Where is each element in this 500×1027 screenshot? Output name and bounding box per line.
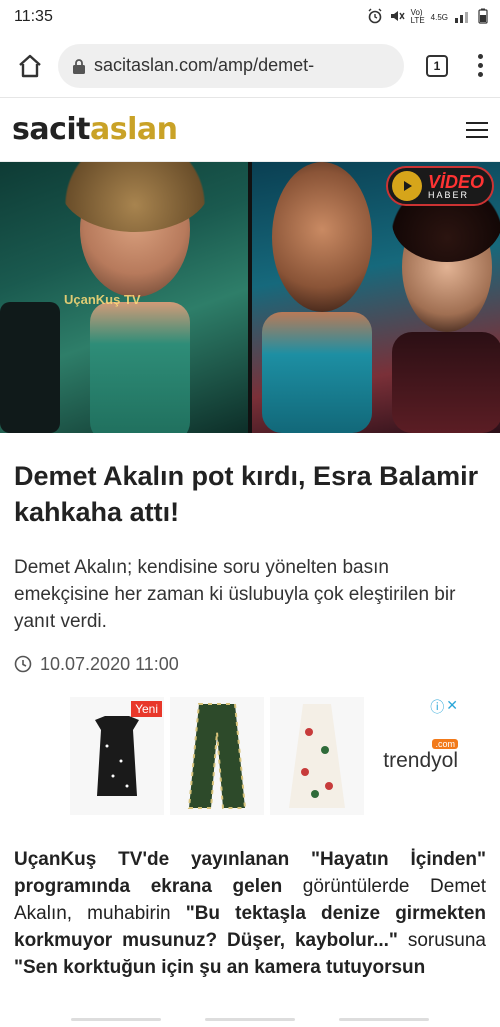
body-tail: sorusuna: [397, 929, 486, 951]
trousers-icon: [187, 702, 247, 809]
article-date-row: 10.07.2020 11:00: [14, 654, 486, 675]
home-button[interactable]: [14, 50, 46, 82]
tab-switcher-button[interactable]: 1: [426, 54, 448, 77]
mute-icon: [389, 8, 405, 27]
ad-product-dress[interactable]: Yeni: [70, 696, 164, 815]
url-text: sacitaslan.com/amp/demet-: [94, 55, 315, 75]
watermark-text: UçanKuş TV: [64, 292, 141, 307]
article-title: Demet Akalın pot kırdı, Esra Balamir kah…: [14, 461, 479, 527]
badge-title: VİDEO: [427, 171, 484, 192]
body-answer: "Sen korktuğun için şu an kamera tutuyor…: [14, 956, 426, 978]
ad-new-badge: Yeni: [131, 700, 162, 717]
site-header: sacitaslan: [0, 98, 500, 162]
ad-brand-sup: .com: [432, 738, 458, 749]
article-lead: Demet Akalın; kendisine soru yönelten ba…: [14, 556, 456, 632]
article-body: UçanKuş TV'de yayınlanan "Hayatın İçinde…: [14, 847, 486, 982]
alarm-icon: [367, 8, 383, 27]
tab-count: 1: [433, 58, 441, 73]
logo-part2: aslan: [90, 112, 178, 147]
menu-dot: [477, 63, 483, 68]
signal-icon: [454, 9, 472, 26]
ad-product-skirt[interactable]: [270, 696, 364, 815]
network-label: Vo) LTE: [411, 9, 425, 25]
article-date: 10.07.2020 11:00: [40, 653, 179, 674]
data-type: 4.5G: [430, 12, 448, 22]
site-logo[interactable]: sacitaslan: [12, 112, 178, 147]
ad-brand-name: trendyol: [383, 748, 458, 772]
status-time: 11:35: [14, 8, 53, 25]
ad-info-icon[interactable]: ⓘ: [430, 697, 444, 717]
ad-controls[interactable]: ⓘ ✕: [430, 697, 458, 717]
menu-dot: [477, 54, 483, 59]
lock-icon: [73, 58, 85, 74]
ad-close-icon[interactable]: ✕: [446, 697, 458, 717]
ad-brand[interactable]: .com trendyol: [383, 738, 458, 773]
video-news-badge: VİDEO HABER: [385, 166, 494, 206]
advertisement[interactable]: Yeni ⓘ ✕ .com trendyol: [70, 696, 458, 817]
hamburger-menu-icon[interactable]: [466, 121, 488, 138]
hero-photo-left: UçanKuş TV: [0, 162, 248, 433]
ad-product-trousers[interactable]: [170, 696, 264, 815]
article: Demet Akalın pot kırdı, Esra Balamir kah…: [0, 459, 500, 982]
play-icon: [391, 171, 422, 201]
status-bar: 11:35 Vo) LTE 4.5G: [0, 0, 500, 34]
network-bottom: LTE: [410, 16, 425, 25]
address-bar[interactable]: sacitaslan.com/amp/demet-: [58, 43, 404, 88]
clock-icon: [14, 655, 32, 673]
browser-toolbar: sacitaslan.com/amp/demet- 1: [0, 34, 500, 98]
bottom-scroll-hint: [0, 1018, 500, 1021]
status-icons: Vo) LTE 4.5G: [367, 8, 488, 27]
menu-dot: [477, 72, 483, 77]
dress-icon: [95, 715, 139, 796]
home-icon: [19, 54, 41, 77]
battery-icon: [478, 8, 488, 27]
skirt-icon: [289, 703, 345, 808]
badge-subtitle: HABER: [427, 189, 469, 200]
logo-part1: sacit: [12, 112, 91, 147]
browser-menu-button[interactable]: [470, 54, 490, 77]
hero-photo-right: VİDEO HABER: [252, 162, 500, 433]
hero-image[interactable]: UçanKuş TV VİDEO HABER: [0, 162, 500, 433]
